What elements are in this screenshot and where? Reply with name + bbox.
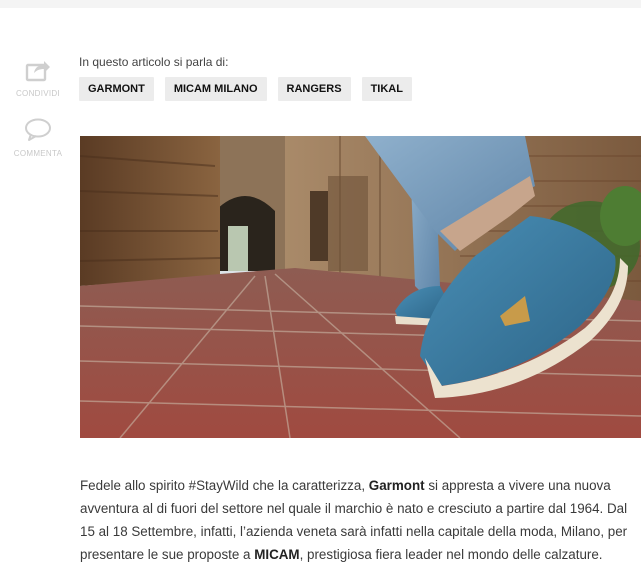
tag-garmont[interactable]: GARMONT [79, 77, 154, 101]
tag-list: GARMONT MICAM MILANO RANGERS TIKAL [79, 77, 412, 101]
comment-button[interactable]: COMMENTA [0, 118, 76, 158]
comment-bubble-icon [25, 118, 51, 141]
tag-tikal[interactable]: TIKAL [361, 77, 412, 101]
brand-link[interactable]: Garmont [369, 478, 425, 493]
article-text: Fedele allo spirito #StayWild che la car… [80, 478, 369, 493]
article-body: Fedele allo spirito #StayWild che la car… [80, 474, 636, 566]
share-icon [25, 61, 50, 82]
article-text: , prestigiosa fiera leader nel mondo del… [299, 547, 603, 562]
share-button[interactable]: CONDIVIDI [0, 58, 76, 98]
tags-heading: In questo articolo si parla di: [79, 55, 229, 69]
tag-rangers[interactable]: RANGERS [277, 77, 351, 101]
top-strip [0, 0, 641, 8]
comment-label: COMMENTA [13, 149, 63, 158]
event-link[interactable]: MICAM [254, 547, 299, 562]
hero-photo [80, 136, 641, 438]
hero-photo-illustration [80, 136, 641, 438]
share-label: CONDIVIDI [15, 89, 61, 98]
article-paragraph: Fedele allo spirito #StayWild che la car… [80, 474, 636, 566]
tag-micam-milano[interactable]: MICAM MILANO [164, 77, 267, 101]
